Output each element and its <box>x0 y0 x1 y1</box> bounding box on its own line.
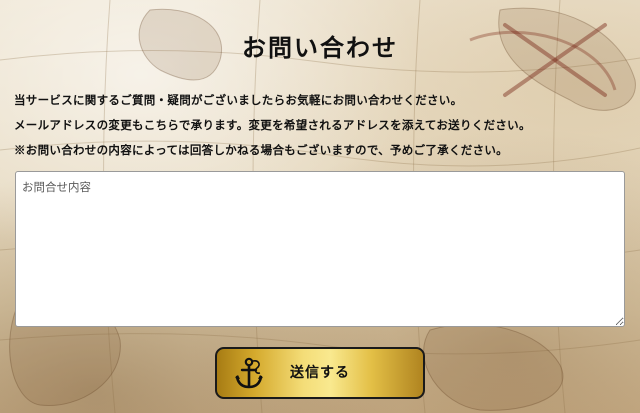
page-title: お問い合わせ <box>242 33 398 62</box>
description-line-2: メールアドレスの変更もこちらで承ります。変更を希望されるアドレスを添えてお送りく… <box>14 118 531 132</box>
submit-button-label: 送信する <box>290 365 350 381</box>
contact-page: お問い合わせ 当サービスに関するご質問・疑問がございましたらお気軽にお問い合わせ… <box>0 0 640 413</box>
description-line-3: ※お問い合わせの内容によっては回答しかねる場合もございますので、予めご了承くださ… <box>14 143 508 157</box>
submit-button[interactable]: 送信する <box>215 347 425 399</box>
inquiry-content-textarea[interactable] <box>15 171 625 327</box>
description-line-1: 当サービスに関するご質問・疑問がございましたらお気軽にお問い合わせください。 <box>14 93 463 107</box>
